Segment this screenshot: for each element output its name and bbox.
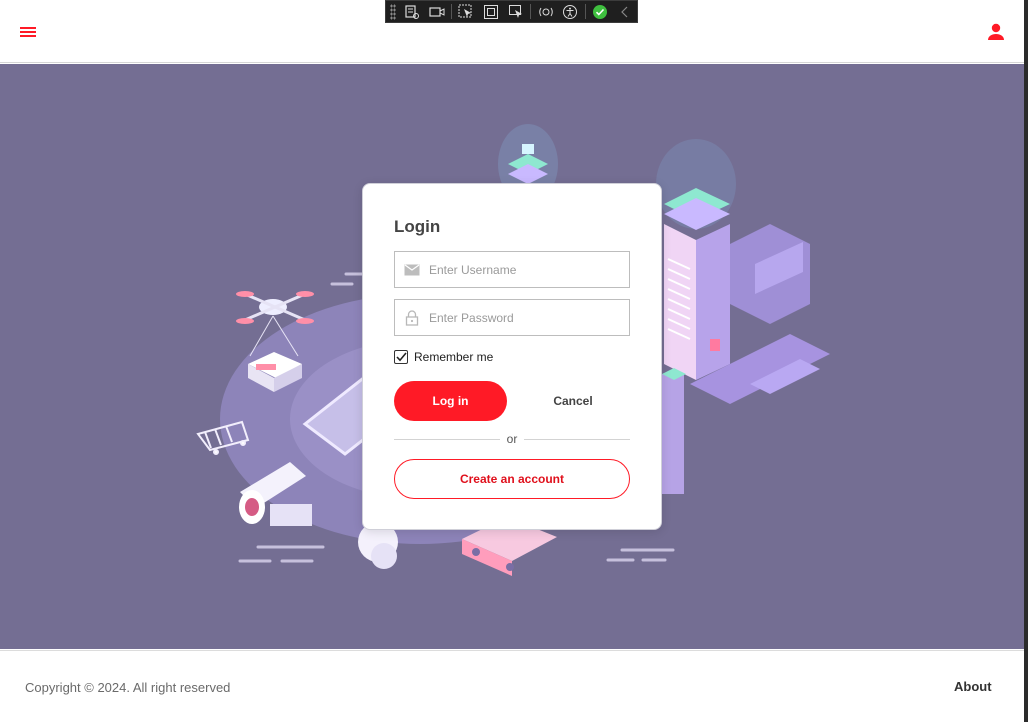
user-account-icon[interactable] — [984, 20, 1008, 44]
toolbar-separator — [530, 4, 532, 19]
display-layout-adorners-icon[interactable] — [479, 1, 504, 22]
checkmark-status-icon[interactable] — [588, 1, 613, 22]
copyright-text: Copyright © 2024. All right reserved — [25, 680, 231, 695]
select-element-icon[interactable] — [454, 1, 479, 22]
login-background: Login Remember me Log in Canc — [0, 64, 1024, 649]
window-edge — [1024, 0, 1028, 722]
login-card: Login Remember me Log in Canc — [362, 183, 662, 530]
hamburger-menu-icon[interactable] — [16, 20, 40, 44]
cancel-button[interactable]: Cancel — [533, 381, 613, 421]
collapse-chevron-icon[interactable] — [612, 1, 637, 22]
password-input[interactable] — [429, 310, 625, 325]
accessibility-icon[interactable] — [558, 1, 583, 22]
city-buildings-illustration — [656, 139, 830, 494]
video-record-icon[interactable] — [424, 1, 449, 22]
username-field[interactable] — [394, 251, 630, 288]
hot-reload-icon[interactable] — [533, 1, 558, 22]
drag-grip-icon[interactable] — [390, 3, 396, 20]
footer: Copyright © 2024. All right reserved Abo… — [0, 650, 1024, 722]
divider-line-left — [394, 438, 500, 440]
about-link[interactable]: About — [954, 679, 992, 694]
lock-icon — [395, 300, 429, 335]
login-button[interactable]: Log in — [394, 381, 507, 421]
toolbar-separator — [584, 4, 586, 19]
envelope-icon — [395, 252, 429, 287]
or-divider: or — [394, 432, 631, 446]
or-label: or — [506, 432, 518, 446]
create-account-button[interactable]: Create an account — [394, 459, 630, 499]
remember-me-row: Remember me — [394, 350, 493, 364]
live-visual-tree-icon[interactable] — [400, 1, 425, 22]
toolbar-separator — [451, 4, 453, 19]
username-input[interactable] — [429, 262, 625, 277]
remember-me-checkbox[interactable] — [394, 350, 408, 364]
remember-me-label: Remember me — [414, 350, 494, 364]
track-focus-icon[interactable] — [504, 1, 529, 22]
app-window: Login Remember me Log in Canc — [0, 0, 1024, 722]
login-title: Login — [394, 217, 441, 236]
divider-line-right — [524, 438, 631, 440]
debug-toolbar — [385, 0, 638, 23]
password-field[interactable] — [394, 299, 630, 336]
